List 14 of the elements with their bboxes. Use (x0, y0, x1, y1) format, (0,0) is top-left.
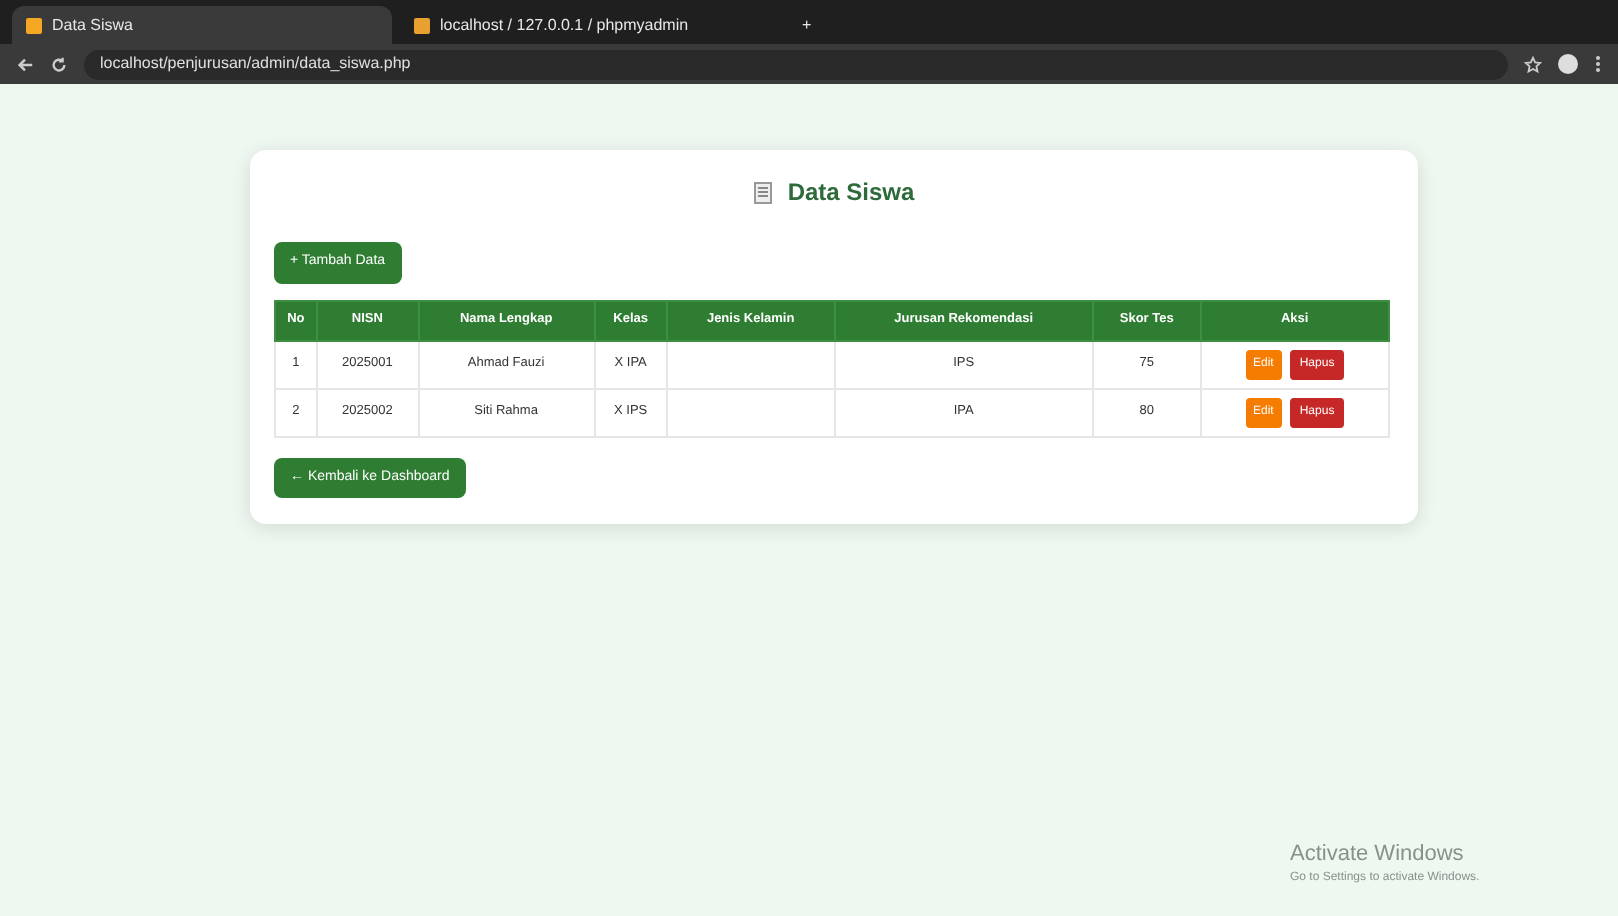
star-icon[interactable] (1524, 55, 1542, 73)
page-title: Data Siswa (787, 176, 915, 210)
new-tab-button[interactable]: + (788, 6, 828, 44)
activation-title: Activate Windows (1290, 839, 1466, 869)
reload-icon[interactable] (50, 55, 68, 73)
document-icon (753, 181, 772, 203)
menu-icon[interactable] (1594, 54, 1602, 74)
browser-tab[interactable]: Data Siswa (12, 6, 392, 44)
profile-icon[interactable] (1558, 54, 1578, 74)
favicon-icon (414, 17, 430, 33)
browser-tab[interactable]: localhost / 127.0.0.1 / phpmyadmin (400, 6, 780, 44)
back-icon[interactable] (16, 55, 34, 73)
favicon-icon (26, 17, 42, 33)
address-bar[interactable]: localhost/penjurusan/admin/data_siswa.php (84, 49, 1508, 79)
